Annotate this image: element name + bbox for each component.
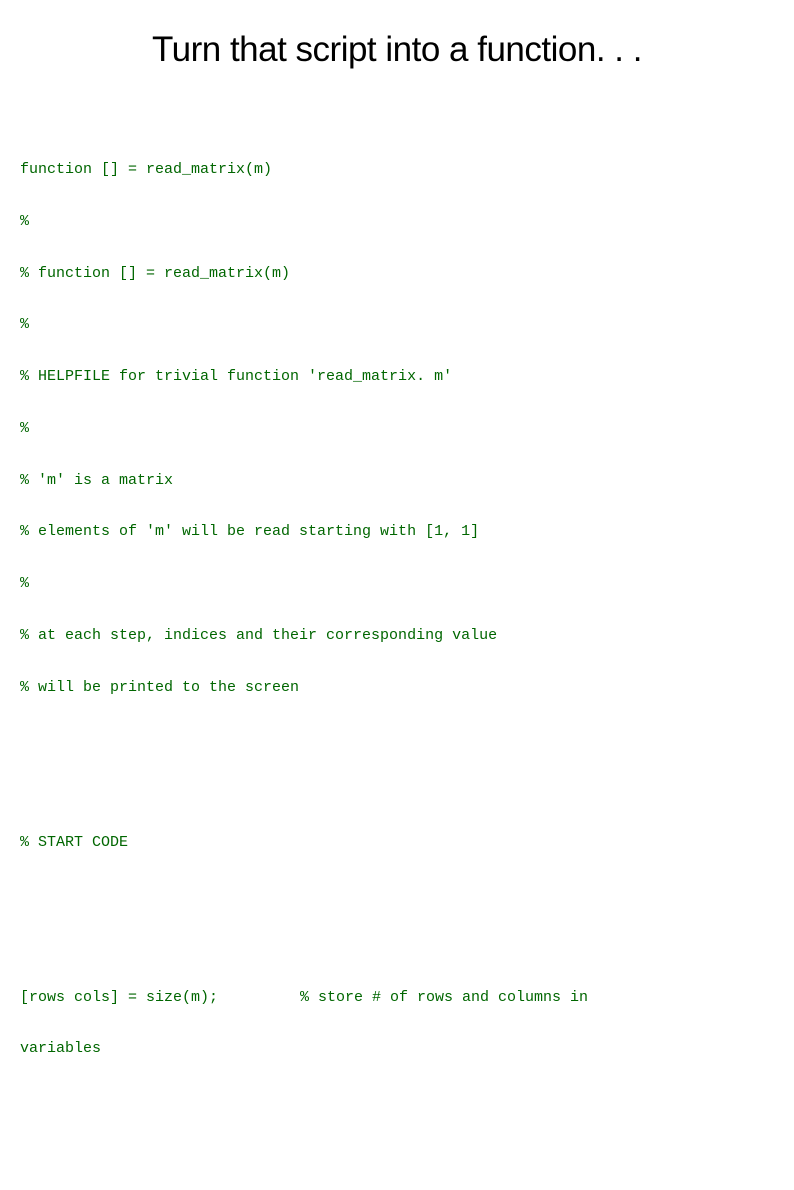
code-left: [rows cols] = size(m);: [20, 989, 300, 1006]
code-for-block: for rowstep = 1: rows% loop through row …: [20, 1161, 774, 1190]
code-comment: % store # of rows and columns in: [300, 989, 588, 1006]
code-line: % will be printed to the screen: [20, 679, 774, 696]
slide: Turn that script into a function. . . fu…: [0, 0, 794, 595]
code-line: % HELPFILE for trivial function 'read_ma…: [20, 368, 774, 385]
code-line: % at each step, indices and their corres…: [20, 627, 774, 644]
code-line: % elements of 'm' will be read starting …: [20, 523, 774, 540]
code-line: [rows cols] = size(m);% store # of rows …: [20, 989, 774, 1006]
code-start-block: % START CODE: [20, 799, 774, 885]
code-line: %: [20, 420, 774, 437]
code-line: % 'm' is a matrix: [20, 472, 774, 489]
code-size-block: [rows cols] = size(m);% store # of rows …: [20, 954, 774, 1092]
code-line: %: [20, 213, 774, 230]
code-line: % START CODE: [20, 834, 774, 851]
code-line: % function [] = read_matrix(m): [20, 265, 774, 282]
code-block: function [] = read_matrix(m) % % functio…: [20, 92, 774, 1190]
slide-title: Turn that script into a function. . .: [20, 30, 774, 70]
code-line: %: [20, 575, 774, 592]
code-line: %: [20, 316, 774, 333]
code-header-block: function [] = read_matrix(m) % % functio…: [20, 127, 774, 731]
code-line: variables: [20, 1040, 774, 1057]
code-line: function [] = read_matrix(m): [20, 161, 774, 178]
